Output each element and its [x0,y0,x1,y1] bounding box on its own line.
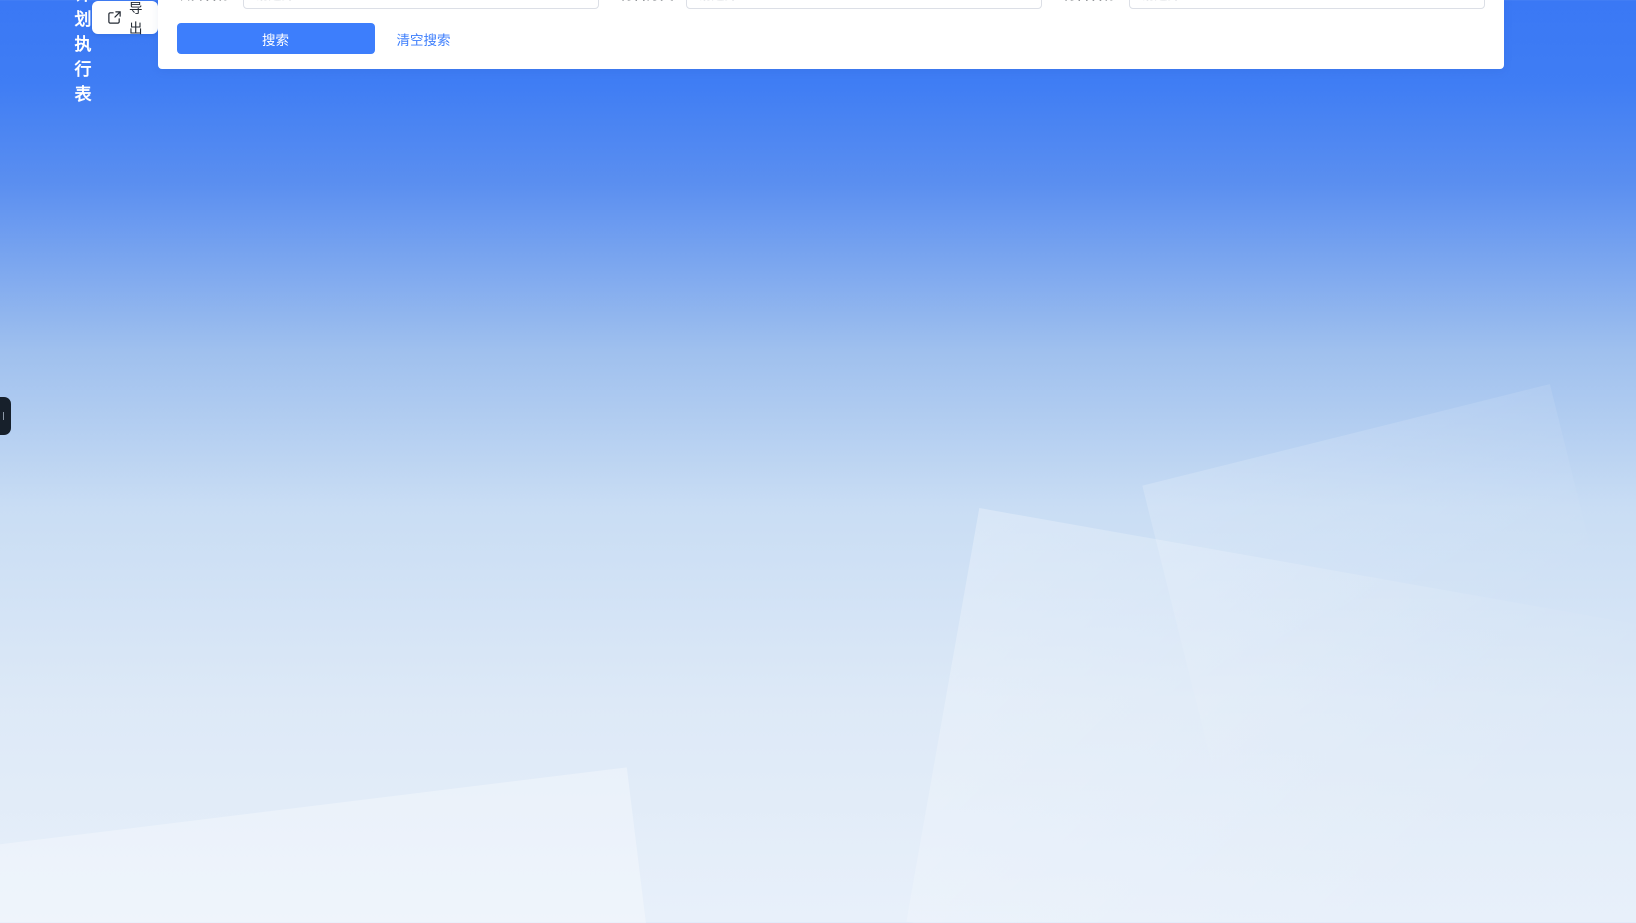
chevron-down-icon [577,0,589,6]
filter-field-material-name: 材料名称 请选择 [1063,0,1485,9]
material-category-select[interactable]: 请选择 [686,0,1042,9]
material-category-label: 材料分类 [620,0,674,3]
search-button[interactable]: 搜索 [177,23,375,54]
material-name-select[interactable]: 请选择 [1129,0,1485,9]
filter-actions: 搜索 清空搜索 [177,23,1485,54]
material-name-label: 材料名称 [1063,0,1117,3]
clear-search-link[interactable]: 清空搜索 [397,29,451,49]
filter-panel: 项目名称 请选择 材料分类 请选择 材料名称 [158,0,1504,69]
chevron-down-icon [1463,0,1475,6]
project-name-label: 项目名称 [177,0,231,3]
drawer-handle[interactable] [0,397,11,435]
page: 材料计划执行表 导出 项目名称 请选择 [117,0,1461,28]
chevron-down-icon [1020,0,1032,6]
filter-row: 项目名称 请选择 材料分类 请选择 材料名称 [177,0,1485,9]
select-placeholder: 请选择 [699,0,738,3]
filter-field-project-name: 项目名称 请选择 [177,0,599,9]
project-name-select[interactable]: 请选择 [243,0,599,9]
select-placeholder: 请选择 [1142,0,1181,3]
export-icon [107,10,122,25]
filter-field-material-category: 材料分类 请选择 [620,0,1042,9]
background-decoration [1142,384,1629,806]
background-decoration [906,508,1636,923]
select-placeholder: 请选择 [256,0,295,3]
export-button[interactable]: 导出 [92,1,158,34]
page-title: 材料计划执行表 [75,0,93,105]
background-decoration [0,767,648,923]
export-button-label: 导出 [129,0,143,37]
page-header: 材料计划执行表 导出 [75,0,158,40]
